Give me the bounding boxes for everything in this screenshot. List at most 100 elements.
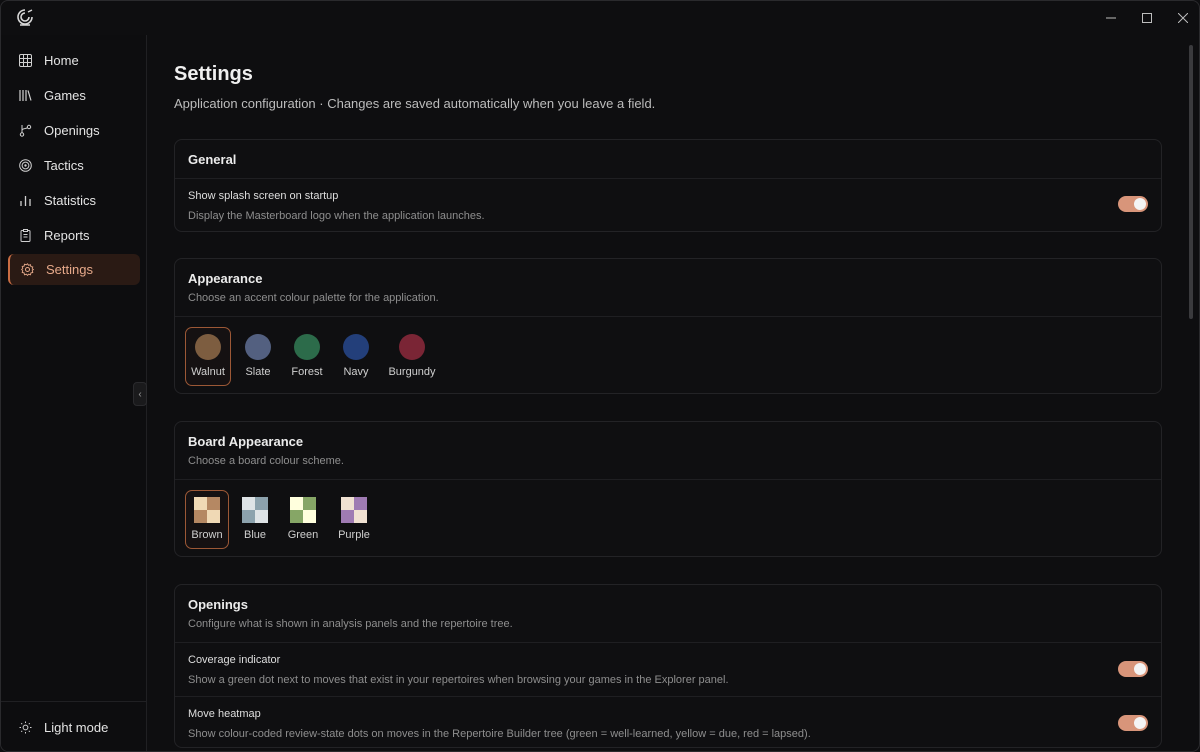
openings-desc: Configure what is shown in analysis pane… xyxy=(188,618,513,630)
palette-navy[interactable]: Navy xyxy=(335,327,377,386)
board-square xyxy=(303,510,316,523)
sidebar-item-reports[interactable]: Reports xyxy=(8,220,140,251)
board-appearance-title: Board Appearance xyxy=(188,434,304,449)
heatmap-setting-desc: Show colour-coded review-state dots on m… xyxy=(188,728,811,740)
board-scheme-green[interactable]: Green xyxy=(281,490,325,549)
bar-chart-icon xyxy=(18,194,32,208)
light-mode-label: Light mode xyxy=(44,720,109,735)
palette-label: Walnut xyxy=(191,366,225,378)
sidebar-item-games[interactable]: Games xyxy=(8,80,140,111)
splash-toggle[interactable] xyxy=(1118,196,1148,212)
grid-icon xyxy=(18,54,32,68)
sidebar-item-label: Home xyxy=(44,53,79,68)
library-icon xyxy=(18,89,32,103)
board-preview xyxy=(290,497,316,523)
sidebar-item-tactics[interactable]: Tactics xyxy=(8,150,140,181)
sidebar-item-label: Reports xyxy=(44,228,90,243)
target-icon xyxy=(18,159,32,173)
sidebar-item-openings[interactable]: Openings xyxy=(8,115,140,146)
board-square xyxy=(194,497,207,510)
maximize-button[interactable] xyxy=(1135,7,1159,29)
palette-swatch xyxy=(399,334,425,360)
palette-label: Burgundy xyxy=(388,366,436,378)
palette-slate[interactable]: Slate xyxy=(237,327,279,386)
palette-label: Navy xyxy=(343,366,369,378)
sidebar-item-label: Settings xyxy=(46,262,93,277)
app-window: Home Games Openings Tactics Statistics R… xyxy=(0,0,1200,752)
gear-icon xyxy=(20,263,34,277)
page-subtitle: Application configuration · Changes are … xyxy=(174,96,656,111)
settings-page: Settings Application configuration · Cha… xyxy=(147,35,1187,751)
heatmap-setting-row: Move heatmap Show colour-coded review-st… xyxy=(175,697,1161,750)
board-scheme-label: Purple xyxy=(338,529,370,541)
palette-label: Slate xyxy=(245,366,271,378)
palette-swatch xyxy=(195,334,221,360)
accent-palette-picker: Walnut Slate Forest Navy Burgundy xyxy=(175,317,1161,396)
sun-icon xyxy=(18,721,32,735)
minimize-icon xyxy=(1106,17,1116,19)
openings-card: Openings Configure what is shown in anal… xyxy=(174,584,1162,748)
page-title: Settings xyxy=(174,63,253,85)
page-scrollbar[interactable] xyxy=(1189,45,1193,319)
board-scheme-purple[interactable]: Purple xyxy=(331,490,377,549)
appearance-card: Appearance Choose an accent colour palet… xyxy=(174,258,1162,394)
board-square xyxy=(303,497,316,510)
board-square xyxy=(207,497,220,510)
board-preview xyxy=(242,497,268,523)
sidebar-item-settings[interactable]: Settings xyxy=(8,254,140,285)
coverage-setting-desc: Show a green dot next to moves that exis… xyxy=(188,674,729,686)
palette-walnut[interactable]: Walnut xyxy=(185,327,231,386)
appearance-desc: Choose an accent colour palette for the … xyxy=(188,292,439,304)
board-square xyxy=(255,497,268,510)
board-square xyxy=(207,510,220,523)
coverage-setting-title: Coverage indicator xyxy=(188,654,281,666)
collapse-sidebar-button[interactable]: ‹ xyxy=(133,382,147,406)
general-card: General Show splash screen on startup Di… xyxy=(174,139,1162,232)
board-appearance-card: Board Appearance Choose a board colour s… xyxy=(174,421,1162,557)
general-title: General xyxy=(188,152,237,167)
splash-setting-row: Show splash screen on startup Display th… xyxy=(175,179,1161,232)
maximize-icon xyxy=(1142,13,1152,23)
palette-burgundy[interactable]: Burgundy xyxy=(383,327,441,386)
coverage-toggle[interactable] xyxy=(1118,661,1148,677)
board-scheme-label: Blue xyxy=(243,529,267,541)
sidebar-item-label: Openings xyxy=(44,123,100,138)
board-square xyxy=(290,510,303,523)
sidebar-item-home[interactable]: Home xyxy=(8,45,140,76)
palette-forest[interactable]: Forest xyxy=(285,327,329,386)
sidebar-item-label: Games xyxy=(44,88,86,103)
palette-label: Forest xyxy=(291,366,323,378)
board-scheme-brown[interactable]: Brown xyxy=(185,490,229,549)
appearance-title: Appearance xyxy=(188,271,263,286)
palette-swatch xyxy=(343,334,369,360)
sidebar: Home Games Openings Tactics Statistics R… xyxy=(1,35,147,751)
board-square xyxy=(341,510,354,523)
board-preview xyxy=(341,497,367,523)
board-appearance-desc: Choose a board colour scheme. xyxy=(188,455,344,467)
board-square xyxy=(354,510,367,523)
heatmap-toggle[interactable] xyxy=(1118,715,1148,731)
title-bar xyxy=(1,1,1199,35)
close-button[interactable] xyxy=(1171,7,1195,29)
board-square xyxy=(194,510,207,523)
board-square xyxy=(255,510,268,523)
sidebar-divider xyxy=(1,701,146,702)
board-scheme-label: Green xyxy=(287,529,319,541)
board-square xyxy=(341,497,354,510)
sidebar-item-label: Statistics xyxy=(44,193,97,208)
board-square xyxy=(354,497,367,510)
chevron-left-icon: ‹ xyxy=(138,388,142,400)
board-square xyxy=(290,497,303,510)
heatmap-setting-title: Move heatmap xyxy=(188,708,261,720)
board-scheme-blue[interactable]: Blue xyxy=(235,490,275,549)
light-mode-toggle[interactable]: Light mode xyxy=(8,712,140,743)
openings-title: Openings xyxy=(188,597,248,612)
coverage-setting-row: Coverage indicator Show a green dot next… xyxy=(175,643,1161,696)
palette-swatch xyxy=(294,334,320,360)
masterboard-logo-icon xyxy=(17,9,33,26)
minimize-button[interactable] xyxy=(1099,7,1123,29)
splash-setting-desc: Display the Masterboard logo when the ap… xyxy=(188,210,485,222)
board-square xyxy=(242,497,255,510)
board-square xyxy=(242,510,255,523)
sidebar-item-statistics[interactable]: Statistics xyxy=(8,185,140,216)
